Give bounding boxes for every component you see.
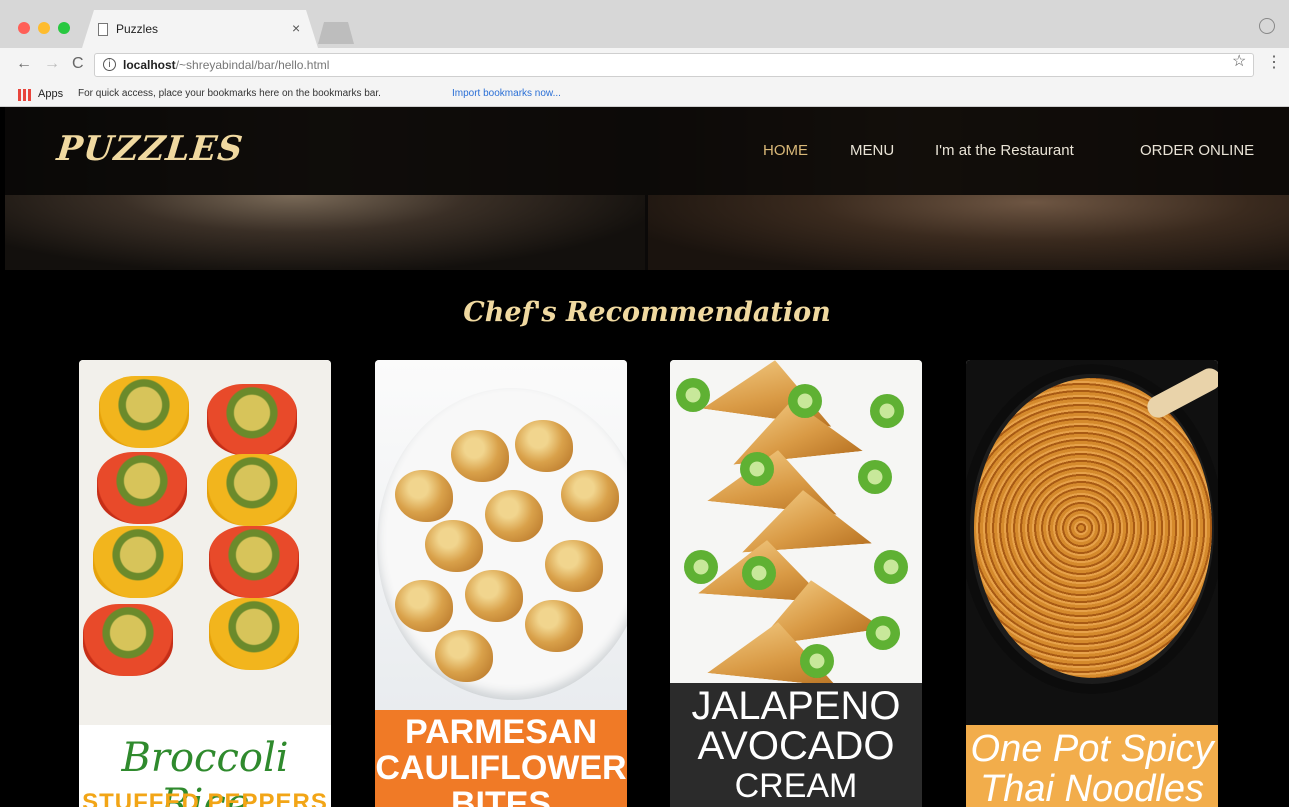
bite <box>525 600 583 652</box>
stuffed-peppers-photo <box>79 360 331 725</box>
site-navbar: PUZZLES HOME MENU I'm at the Restaurant … <box>5 107 1289 195</box>
pepper <box>93 526 183 598</box>
site-logo[interactable]: PUZZLES <box>55 129 245 169</box>
minimize-window-button[interactable] <box>38 22 50 34</box>
caption-line: One Pot Spicy <box>970 728 1214 770</box>
hero-plate-image <box>5 195 645 270</box>
pepper <box>207 384 297 456</box>
bite <box>435 630 493 682</box>
back-arrow-icon[interactable]: ← <box>16 55 32 73</box>
caption-line: PARMESAN <box>404 713 598 751</box>
import-bookmarks-link[interactable]: Import bookmarks now... <box>452 88 561 99</box>
caption-line: CAULIFLOWER <box>375 749 627 787</box>
caption-line: BITES <box>450 785 552 807</box>
reload-icon[interactable]: C <box>72 55 84 73</box>
maximize-window-button[interactable] <box>58 22 70 34</box>
jalapeno-slice <box>870 394 904 428</box>
caption-line: Thai Noodles <box>980 768 1204 807</box>
pepper <box>209 526 299 598</box>
tab-title: Puzzles <box>116 22 159 36</box>
close-window-button[interactable] <box>18 22 30 34</box>
web-page: PUZZLES HOME MENU I'm at the Restaurant … <box>5 107 1289 807</box>
recommendation-card[interactable]: One Pot Spicy Thai Noodles <box>966 360 1218 807</box>
jalapeno-slice <box>866 616 900 650</box>
cauliflower-bites-photo <box>375 360 627 710</box>
bite <box>395 470 453 522</box>
tab-close-icon[interactable]: × <box>292 20 300 36</box>
bookmark-star-icon[interactable]: ☆ <box>1232 51 1246 71</box>
hero-table-image <box>648 195 1289 270</box>
profile-icon[interactable] <box>1259 18 1275 34</box>
recommendation-card[interactable]: PARMESAN CAULIFLOWER BITES <box>375 360 627 807</box>
caption-line: AVOCADO <box>697 724 895 768</box>
bite <box>515 420 573 472</box>
bite <box>545 540 603 592</box>
pepper <box>207 454 297 526</box>
browser-tab[interactable]: Puzzles × <box>82 10 318 48</box>
caption-line: CREAM <box>734 767 858 805</box>
recommendation-card[interactable]: JALAPENO AVOCADO CREAM <box>670 360 922 807</box>
bite <box>465 570 523 622</box>
nav-at-restaurant[interactable]: I'm at the Restaurant <box>935 142 1074 159</box>
jalapeno-slice <box>742 556 776 590</box>
browser-window: Puzzles × ← → C i localhost/~shreyabinda… <box>0 0 1289 107</box>
bookmarks-bar: Apps For quick access, place your bookma… <box>0 82 1289 107</box>
pepper <box>83 604 173 676</box>
jalapeno-slice <box>858 460 892 494</box>
jalapeno-wontons-photo <box>670 360 922 683</box>
url-host: localhost <box>123 58 176 72</box>
card-caption: PARMESAN CAULIFLOWER BITES <box>375 710 627 807</box>
forward-arrow-icon[interactable]: → <box>44 55 60 73</box>
jalapeno-slice <box>788 384 822 418</box>
pepper <box>97 452 187 524</box>
recommendation-card[interactable]: Broccoli Rice STUFFED PEPPERS <box>79 360 331 807</box>
card-caption: One Pot Spicy Thai Noodles <box>966 725 1218 807</box>
noodles <box>974 378 1212 678</box>
card-caption: JALAPENO AVOCADO CREAM <box>670 683 922 807</box>
nav-order-online[interactable]: ORDER ONLINE <box>1140 142 1254 159</box>
bite <box>395 580 453 632</box>
jalapeno-slice <box>676 378 710 412</box>
address-bar[interactable]: i localhost/~shreyabindal/bar/hello.html <box>94 53 1254 77</box>
url-text: localhost/~shreyabindal/bar/hello.html <box>123 58 329 72</box>
pepper <box>99 376 189 448</box>
url-path: /~shreyabindal/bar/hello.html <box>175 58 330 72</box>
hero-banner: PUZZLES HOME MENU I'm at the Restaurant … <box>5 107 1289 270</box>
jalapeno-slice <box>800 644 834 678</box>
apps-label[interactable]: Apps <box>38 88 63 100</box>
bite <box>425 520 483 572</box>
bite <box>451 430 509 482</box>
card-caption: Broccoli Rice STUFFED PEPPERS <box>79 725 331 807</box>
section-title: Chef's Recommendation <box>463 297 831 328</box>
bookmarks-hint: For quick access, place your bookmarks h… <box>78 88 381 99</box>
thai-noodles-photo <box>966 360 1218 725</box>
new-tab-button[interactable] <box>318 22 354 44</box>
kebab-menu-icon[interactable]: ⋮ <box>1266 52 1282 72</box>
pepper <box>209 598 299 670</box>
caption-line: STUFFED PEPPERS <box>82 789 328 807</box>
caption-line: JALAPENO <box>691 684 901 728</box>
jalapeno-slice <box>684 550 718 584</box>
apps-grid-icon[interactable] <box>18 89 32 101</box>
nav-menu[interactable]: MENU <box>850 142 894 159</box>
nav-home[interactable]: HOME <box>763 142 808 159</box>
bite <box>561 470 619 522</box>
page-icon <box>98 23 108 36</box>
bite <box>485 490 543 542</box>
jalapeno-slice <box>874 550 908 584</box>
jalapeno-slice <box>740 452 774 486</box>
info-icon[interactable]: i <box>103 58 116 71</box>
browser-toolbar: ← → C i localhost/~shreyabindal/bar/hell… <box>0 48 1289 82</box>
